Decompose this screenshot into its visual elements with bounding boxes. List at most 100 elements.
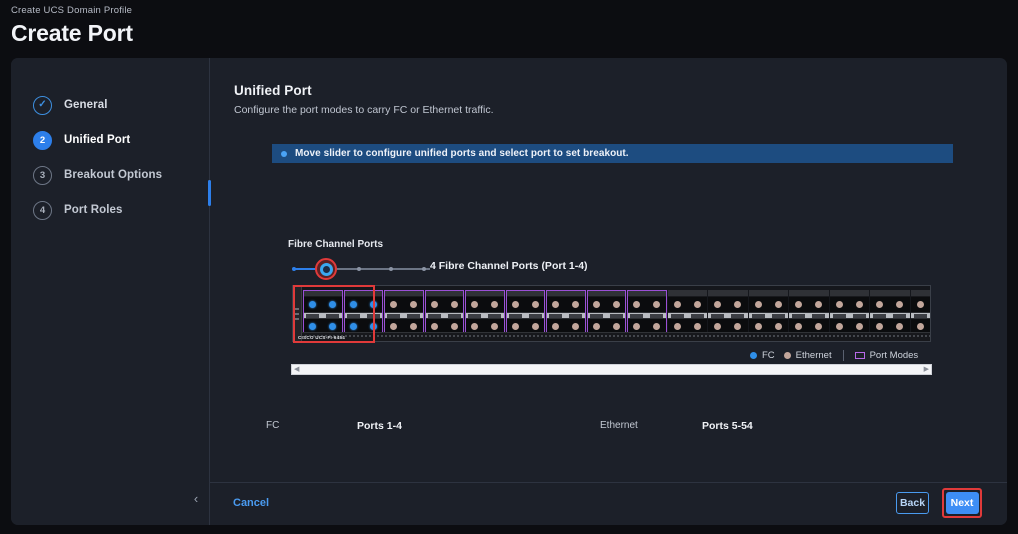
slider-tick-1[interactable] <box>357 266 361 271</box>
sidebar-item-unified-port[interactable]: 2 Unified Port <box>11 123 210 157</box>
port-row-top[interactable] <box>505 297 545 312</box>
ethernet-port-dot[interactable] <box>531 301 539 308</box>
ethernet-port-dot[interactable] <box>592 323 600 330</box>
ethernet-port-dot[interactable] <box>774 323 782 330</box>
fc-port-dot[interactable] <box>349 301 357 308</box>
ethernet-port-dot[interactable] <box>795 323 803 330</box>
ethernet-port-dot[interactable] <box>754 301 762 308</box>
ethernet-port-dot[interactable] <box>774 301 782 308</box>
ethernet-port-dot[interactable] <box>612 301 620 308</box>
ethernet-port-dot[interactable] <box>916 323 924 330</box>
ethernet-port-dot[interactable] <box>815 301 823 308</box>
port-row-top[interactable] <box>586 297 626 312</box>
port-row-top[interactable] <box>789 297 829 312</box>
ethernet-port-dot[interactable] <box>471 301 479 308</box>
ethernet-port-dot[interactable] <box>896 301 904 308</box>
port-group-6[interactable] <box>546 290 586 335</box>
slider-tick-2[interactable] <box>389 266 393 271</box>
ethernet-port-dot[interactable] <box>572 301 580 308</box>
ethernet-port-dot[interactable] <box>633 301 641 308</box>
port-row-top[interactable] <box>870 297 910 312</box>
switch-faceplate-diagram[interactable]: CISCO UCS-FI-6454 <box>292 285 931 343</box>
port-row-top[interactable] <box>910 297 930 312</box>
fc-port-dot[interactable] <box>329 301 337 308</box>
sidebar-item-port-roles[interactable]: 4 Port Roles <box>11 193 210 227</box>
ethernet-port-dot[interactable] <box>491 323 499 330</box>
slider-thumb[interactable] <box>319 262 333 276</box>
ethernet-port-dot[interactable] <box>795 301 803 308</box>
port-row-top[interactable] <box>303 297 343 312</box>
ethernet-port-dot[interactable] <box>855 323 863 330</box>
sidebar-item-breakout-options[interactable]: 3 Breakout Options <box>11 158 210 192</box>
fc-port-dot[interactable] <box>369 323 377 330</box>
ethernet-port-dot[interactable] <box>572 323 580 330</box>
fc-port-dot[interactable] <box>369 301 377 308</box>
port-row-top[interactable] <box>384 297 424 312</box>
ethernet-port-dot[interactable] <box>653 323 661 330</box>
ethernet-port-dot[interactable] <box>410 301 418 308</box>
ethernet-port-dot[interactable] <box>390 323 398 330</box>
slider-tick-3[interactable] <box>422 266 426 271</box>
slider-tick-0[interactable] <box>292 266 296 271</box>
ethernet-port-dot[interactable] <box>876 301 884 308</box>
ethernet-port-dot[interactable] <box>734 301 742 308</box>
ethernet-port-dot[interactable] <box>390 301 398 308</box>
ethernet-port-dot[interactable] <box>552 323 560 330</box>
port-group-5[interactable] <box>505 290 545 335</box>
ethernet-port-dot[interactable] <box>410 323 418 330</box>
ethernet-port-dot[interactable] <box>531 323 539 330</box>
next-button[interactable]: Next <box>945 492 979 514</box>
ethernet-port-dot[interactable] <box>754 323 762 330</box>
port-group-3[interactable] <box>424 290 464 335</box>
port-group-11[interactable] <box>748 290 788 335</box>
ethernet-port-dot[interactable] <box>673 301 681 308</box>
ethernet-port-dot[interactable] <box>511 301 519 308</box>
port-row-top[interactable] <box>748 297 788 312</box>
cancel-button[interactable]: Cancel <box>233 497 269 509</box>
fc-port-dot[interactable] <box>309 323 317 330</box>
ethernet-port-dot[interactable] <box>471 323 479 330</box>
port-group-8[interactable] <box>627 290 667 335</box>
sidebar-item-general[interactable]: ✓ General <box>11 88 210 122</box>
ethernet-port-dot[interactable] <box>916 301 924 308</box>
ethernet-port-dot[interactable] <box>835 323 843 330</box>
fc-port-dot[interactable] <box>329 323 337 330</box>
ethernet-port-dot[interactable] <box>734 323 742 330</box>
ethernet-port-dot[interactable] <box>693 323 701 330</box>
port-row-top[interactable] <box>546 297 586 312</box>
ethernet-port-dot[interactable] <box>815 323 823 330</box>
ethernet-port-dot[interactable] <box>450 323 458 330</box>
port-group-7[interactable] <box>586 290 626 335</box>
ethernet-port-dot[interactable] <box>714 301 722 308</box>
ethernet-port-dot[interactable] <box>511 323 519 330</box>
fc-port-dot[interactable] <box>349 323 357 330</box>
ethernet-port-dot[interactable] <box>693 301 701 308</box>
ethernet-port-dot[interactable] <box>633 323 641 330</box>
port-row-top[interactable] <box>829 297 869 312</box>
port-row-top[interactable] <box>627 297 667 312</box>
scroll-left-arrow-icon[interactable]: ◀ <box>294 366 299 373</box>
port-group-4[interactable] <box>465 290 505 335</box>
ethernet-port-dot[interactable] <box>612 323 620 330</box>
port-group-2[interactable] <box>384 290 424 335</box>
port-group-10[interactable] <box>708 290 748 335</box>
ethernet-port-dot[interactable] <box>430 301 438 308</box>
port-row-top[interactable] <box>424 297 464 312</box>
scroll-right-arrow-icon[interactable]: ▶ <box>924 366 929 373</box>
ethernet-port-dot[interactable] <box>491 301 499 308</box>
back-button[interactable]: Back <box>896 492 929 514</box>
ethernet-port-dot[interactable] <box>855 301 863 308</box>
port-row-top[interactable] <box>708 297 748 312</box>
ethernet-port-dot[interactable] <box>673 323 681 330</box>
port-group-0[interactable] <box>303 290 343 335</box>
ethernet-port-dot[interactable] <box>876 323 884 330</box>
sidebar-collapse-button[interactable]: ‹ <box>179 483 213 513</box>
fc-port-dot[interactable] <box>309 301 317 308</box>
port-row-top[interactable] <box>343 297 383 312</box>
port-group-13[interactable] <box>829 290 869 335</box>
ethernet-port-dot[interactable] <box>714 323 722 330</box>
port-group-1[interactable] <box>343 290 383 335</box>
ethernet-port-dot[interactable] <box>430 323 438 330</box>
fibre-channel-ports-slider[interactable] <box>288 258 438 280</box>
ethernet-port-dot[interactable] <box>552 301 560 308</box>
